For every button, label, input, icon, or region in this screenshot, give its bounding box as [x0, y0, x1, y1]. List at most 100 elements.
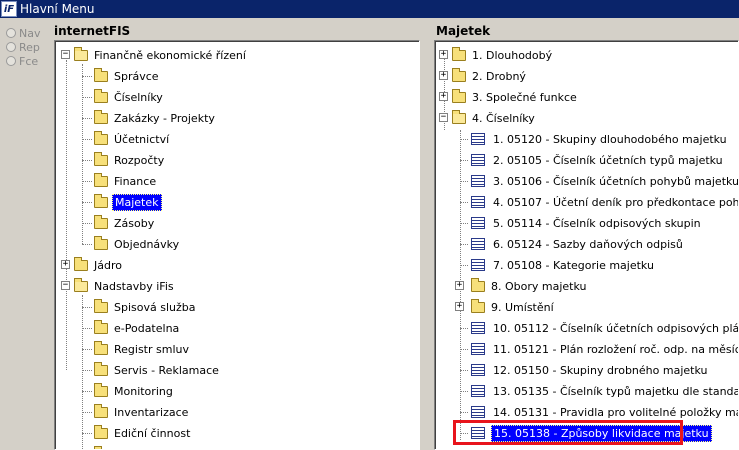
tree-item-finance[interactable]: Finance [82, 172, 158, 190]
folder-icon [94, 193, 108, 208]
tree-item-05114[interactable]: 5. 05114 - Číselník odpisových skupin [460, 214, 703, 232]
table-icon [471, 259, 485, 271]
tree-node-label: Nadstavby iFis [94, 279, 174, 293]
window-title: Hlavní Menu [20, 2, 95, 16]
tree-node-label: Spisová služba [114, 300, 196, 314]
collapse-icon[interactable]: − [61, 281, 70, 290]
tree-item-servis-reklamace[interactable]: Servis - Reklamace [82, 361, 221, 379]
tree-item-inventarizace[interactable]: Inventarizace [82, 403, 190, 421]
tree-node-label: 2. 05105 - Číselník účetních typů majetk… [493, 153, 723, 167]
tree-node-umisteni[interactable]: +9. Umístění [455, 298, 556, 316]
folder-icon [94, 319, 108, 334]
tree-node-label: Inventarizace [114, 405, 189, 419]
tree-item-zakazky-projekty[interactable]: Zakázky - Projekty [82, 109, 217, 127]
radio-fce[interactable]: Fce [6, 54, 40, 68]
folder-icon [94, 88, 108, 103]
tree-node-obory-majetku[interactable]: +8. Obory majetku [455, 277, 589, 295]
tree-node-label: 11. 05121 - Plán rozložení roč. odp. na … [493, 342, 739, 356]
tree-item-spravce[interactable]: Správce [82, 67, 161, 85]
right-tree-panel[interactable]: +1. Dlouhodobý +2. Drobný +3. Společné f… [434, 40, 739, 450]
tree-node-label: 3. 05106 - Číselník účetních pohybů maje… [493, 174, 739, 188]
tree-item-rozpocty[interactable]: Rozpočty [82, 151, 166, 169]
tree-node-label: 5. 05114 - Číselník odpisových skupin [493, 216, 701, 230]
tree-item-05106[interactable]: 3. 05106 - Číselník účetních pohybů maje… [460, 172, 739, 190]
tree-item-ucetnictvi[interactable]: Účetnictví [82, 130, 171, 148]
tree-item-spisova-sluzba[interactable]: Spisová služba [82, 298, 198, 316]
tree-item-monitoring[interactable]: Monitoring [82, 382, 175, 400]
tree-item-05124[interactable]: 6. 05124 - Sazby daňových odpisů [460, 235, 685, 253]
tree-item-cut-off[interactable] [83, 445, 112, 449]
highlight-annotation-box [453, 420, 683, 445]
tree-item-05150[interactable]: 12. 05150 - Skupiny drobného majetku [460, 361, 709, 379]
tree-item-05131[interactable]: 14. 05131 - Pravidla pro volitelné polož… [460, 403, 738, 421]
expand-icon[interactable]: + [439, 50, 448, 59]
folder-icon [94, 67, 108, 82]
folder-icon [94, 235, 108, 250]
tree-node-label: Jádro [94, 258, 122, 272]
tree-node-label: Monitoring [114, 384, 173, 398]
tree-node-label: 7. 05108 - Kategorie majetku [493, 258, 654, 272]
table-icon [471, 175, 485, 187]
folder-icon [94, 382, 108, 397]
radio-dot-icon [6, 28, 16, 38]
folder-open-icon [74, 46, 88, 61]
tree-item-05107[interactable]: 4. 05107 - Účetní deník pro předkontace … [460, 193, 738, 211]
tree-node-label: e-Podatelna [114, 321, 180, 335]
radio-label: Rep [19, 40, 40, 54]
tree-item-zasoby[interactable]: Zásoby [82, 214, 156, 232]
expand-icon[interactable]: + [439, 71, 448, 80]
folder-icon [74, 256, 88, 271]
tree-item-objednavky[interactable]: Objednávky [82, 235, 181, 253]
tree-node-nadstavby-ifis[interactable]: − Nadstavby iFis [61, 277, 176, 295]
tree-node-label: Správce [114, 69, 159, 83]
window-titlebar: iF Hlavní Menu [0, 0, 739, 18]
tree-node-label: Finance [114, 174, 157, 188]
tree-node-label: 14. 05131 - Pravidla pro volitelné polož… [493, 405, 738, 419]
folder-icon [94, 361, 108, 376]
tree-item-ciselniky[interactable]: Číselníky [82, 88, 165, 106]
table-icon [471, 364, 485, 376]
table-icon [471, 322, 485, 334]
table-icon [471, 196, 485, 208]
tree-item-edicni-cinnost[interactable]: Ediční činnost [82, 424, 192, 442]
expand-icon[interactable]: + [455, 302, 464, 311]
app-logo-icon: iF [1, 1, 17, 17]
tree-item-majetek[interactable]: Majetek [82, 193, 162, 211]
radio-rep[interactable]: Rep [6, 40, 40, 54]
tree-node-label: 8. Obory majetku [491, 279, 587, 293]
expand-icon[interactable]: + [61, 260, 70, 269]
table-icon [471, 238, 485, 250]
tree-node-dlouhodoby[interactable]: +1. Dlouhodobý [439, 46, 554, 64]
tree-node-jadro[interactable]: + Jádro [61, 256, 124, 274]
expand-icon[interactable]: + [455, 281, 464, 290]
left-tree-panel[interactable]: − Finančně ekonomické řízení Správce Čís… [54, 40, 420, 450]
tree-node-drobny[interactable]: +2. Drobný [439, 67, 528, 85]
collapse-icon[interactable]: − [439, 113, 448, 122]
folder-icon [94, 298, 108, 313]
table-icon [471, 406, 485, 418]
folder-icon [94, 340, 108, 355]
expand-icon[interactable]: + [439, 92, 448, 101]
tree-node-spolecne-funkce[interactable]: +3. Společné funkce [439, 88, 579, 106]
tree-node-label: Ediční činnost [114, 426, 191, 440]
folder-icon [94, 214, 108, 229]
tree-item-05105[interactable]: 2. 05105 - Číselník účetních typů majetk… [460, 151, 725, 169]
tree-node-financne-ekonomicke-rizeni[interactable]: − Finančně ekonomické řízení [61, 46, 248, 64]
tree-item-05121[interactable]: 11. 05121 - Plán rozložení roč. odp. na … [460, 340, 739, 358]
folder-icon [94, 151, 108, 166]
folder-open-icon [74, 277, 88, 292]
radio-nav[interactable]: Nav [6, 26, 40, 40]
tree-item-05112[interactable]: 10. 05112 - Číselník účetních odpisových… [460, 319, 738, 337]
tree-item-05135[interactable]: 13. 05135 - Číselník typů majetku dle st… [460, 382, 738, 400]
folder-icon [452, 46, 466, 61]
tree-node-ciselniky[interactable]: − 4. Číselníky [439, 109, 537, 127]
tree-node-label-selected: Majetek [112, 193, 162, 211]
right-panel-title: Majetek [436, 24, 491, 38]
collapse-icon[interactable]: − [61, 50, 70, 59]
tree-node-label: Finančně ekonomické řízení [94, 48, 246, 62]
tree-item-05108[interactable]: 7. 05108 - Kategorie majetku [460, 256, 656, 274]
view-mode-radio-group: Nav Rep Fce [6, 26, 40, 68]
tree-item-e-podatelna[interactable]: e-Podatelna [82, 319, 181, 337]
tree-item-registr-smluv[interactable]: Registr smluv [82, 340, 191, 358]
tree-item-05120[interactable]: 1. 05120 - Skupiny dlouhodobého majetku [460, 130, 729, 148]
